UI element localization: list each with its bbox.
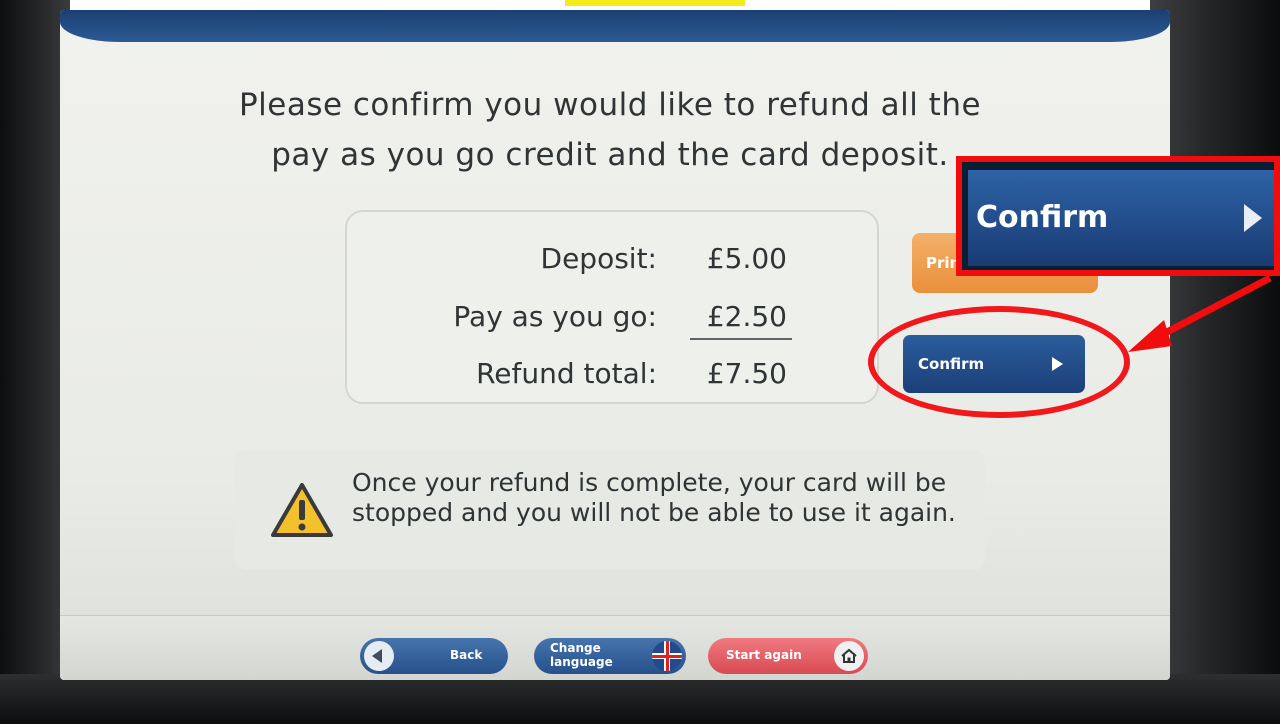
screen-header-bar	[60, 10, 1170, 42]
deposit-label: Deposit:	[540, 242, 657, 275]
pointer-arrow-icon	[1128, 274, 1272, 352]
start-again-label: Start again	[726, 648, 802, 662]
payg-label: Pay as you go:	[453, 300, 657, 333]
back-button[interactable]: Back	[360, 638, 508, 674]
change-language-button[interactable]: Change language	[534, 638, 686, 674]
prompt-line-2: pay as you go credit and the card deposi…	[271, 137, 949, 173]
refund-total-amount: £7.50	[706, 357, 787, 390]
payg-row: Pay as you go: £2.50	[453, 300, 787, 333]
zoomed-confirm-callout: Confirm	[956, 156, 1280, 276]
payg-amount: £2.50	[706, 300, 787, 333]
bezel-bottom	[0, 674, 1280, 724]
uk-flag-icon	[652, 641, 682, 671]
refund-summary-panel: Deposit: £5.00 Pay as you go: £2.50 Refund…	[345, 210, 879, 404]
change-language-line1: Change	[550, 641, 601, 655]
zoomed-play-arrow-icon	[1244, 204, 1262, 232]
start-again-button[interactable]: Start again	[708, 638, 868, 674]
refund-total-row: Refund total: £7.50	[476, 357, 787, 390]
deposit-row: Deposit: £5.00	[541, 242, 787, 275]
home-icon	[834, 641, 864, 671]
prompt-line-1: Please confirm you would like to refund …	[238, 87, 982, 123]
back-label: Back	[450, 648, 483, 662]
deposit-amount: £5.00	[706, 242, 787, 275]
refund-total-label: Refund total:	[476, 357, 657, 390]
back-arrow-icon	[364, 641, 394, 671]
warning-icon	[271, 483, 333, 537]
zoomed-confirm-button: Confirm	[968, 170, 1274, 266]
zoomed-confirm-label: Confirm	[976, 200, 1109, 235]
refund-warning-panel: Once your refund is complete, your card …	[235, 450, 985, 570]
change-language-label: Change language	[550, 641, 630, 669]
change-language-line2: language	[550, 655, 613, 669]
warning-text: Once your refund is complete, your card …	[352, 468, 956, 527]
total-divider	[690, 338, 792, 340]
yellow-highlight	[565, 0, 745, 6]
confirm-highlight-circle	[868, 306, 1130, 418]
confirm-refund-prompt: Please confirm you would like to refund …	[180, 80, 1040, 180]
bottom-navigation: Back Change language Start again	[60, 615, 1170, 680]
